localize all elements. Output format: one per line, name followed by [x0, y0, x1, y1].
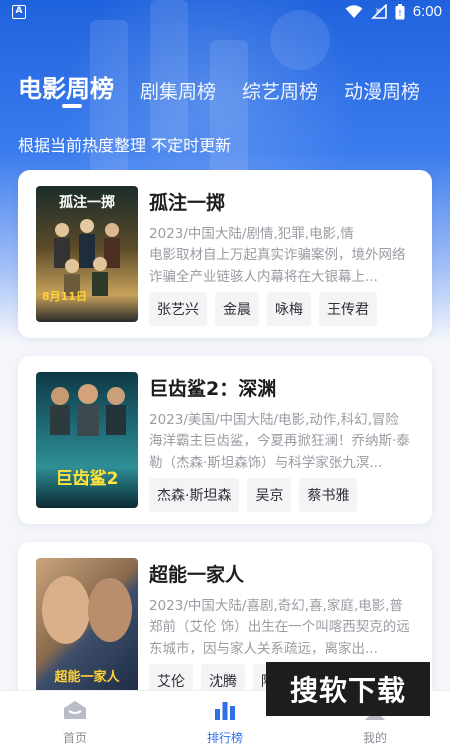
nav-label: 排行榜: [206, 731, 243, 745]
poster-figures: [42, 576, 132, 644]
poster-figures: [50, 384, 126, 436]
cast-tags: 张艺兴 金晨 咏梅 王传君: [149, 292, 377, 326]
movie-meta: 2023/美国/中国大陆/电影,动作,科幻,冒险: [149, 412, 399, 428]
poster-title: 孤注一掷: [59, 195, 115, 211]
tab-anime-weekly[interactable]: 动漫周榜: [344, 77, 420, 104]
watermark-logo: 搜软下载: [266, 662, 430, 716]
nav-home[interactable]: 首页: [35, 697, 115, 746]
ranking-tabs: 电影周榜 剧集周榜 综艺周榜 动漫周榜: [18, 64, 450, 104]
home-icon: [64, 701, 86, 719]
ranking-subtitle: 根据当前热度整理 不定时更新: [18, 136, 232, 155]
tab-series-weekly[interactable]: 剧集周榜: [140, 77, 216, 104]
notification-a-icon: A: [12, 5, 26, 19]
signal-icon: [370, 4, 387, 19]
movie-poster: 超能一家人: [36, 558, 138, 694]
cast-tag[interactable]: 咏梅: [267, 292, 311, 326]
nav-ranking[interactable]: 排行榜: [185, 697, 265, 746]
cast-tag[interactable]: 张艺兴: [149, 292, 207, 326]
tab-movie-weekly[interactable]: 电影周榜: [18, 69, 114, 104]
nav-label: 我的: [362, 731, 387, 745]
cast-tag[interactable]: 金晨: [215, 292, 259, 326]
movie-description: 郑前（艾伦 饰）出生在一个叫喀西契克的远东城市，因与家人关系疏远，离家出...: [149, 619, 410, 657]
movie-title: 孤注一掷: [149, 192, 226, 214]
status-time: 6:00: [412, 3, 442, 20]
bar-chart-icon: [215, 702, 235, 720]
movie-poster: 巨齿鲨2: [36, 372, 138, 508]
movie-list: 孤注一掷 8月11日 孤注一掷 2023/中国大陆/剧情,犯罪,电影,情 电影取…: [18, 170, 432, 728]
movie-description: 电影取材自上万起真实诈骗案例，境外网络诈骗全产业链骇人内幕将在大银幕上...: [149, 247, 406, 285]
battery-icon: !: [395, 3, 405, 19]
poster-figures: [54, 219, 120, 296]
wifi-icon: [345, 4, 363, 18]
nav-label: 首页: [62, 731, 87, 745]
movie-card[interactable]: 孤注一掷 8月11日 孤注一掷 2023/中国大陆/剧情,犯罪,电影,情 电影取…: [18, 170, 432, 338]
poster-title: 巨齿鲨2: [55, 469, 119, 489]
movie-card[interactable]: 巨齿鲨2 巨齿鲨2：深渊 2023/美国/中国大陆/电影,动作,科幻,冒险 海洋…: [18, 356, 432, 524]
cast-tags: 杰森·斯坦森 吴京 蔡书雅: [149, 478, 358, 512]
svg-text:!: !: [398, 9, 401, 18]
movie-meta: 2023/中国大陆/喜剧,奇幻,喜,家庭,电影,普: [149, 598, 403, 614]
movie-poster: 孤注一掷 8月11日: [36, 186, 138, 322]
tab-variety-weekly[interactable]: 综艺周榜: [242, 77, 318, 104]
movie-title: 超能一家人: [149, 564, 245, 586]
movie-meta: 2023/中国大陆/剧情,犯罪,电影,情: [149, 226, 354, 242]
active-tab-indicator: [62, 104, 82, 108]
cast-tag[interactable]: 王传君: [319, 292, 377, 326]
poster-date: 8月11日: [42, 290, 87, 303]
movie-description: 海洋霸主巨齿鲨，今夏再掀狂澜！乔纳斯·泰勒（杰森·斯坦森饰）与科学家张九溟...: [149, 433, 410, 471]
status-bar: A ! 6:00: [0, 0, 450, 26]
cast-tag[interactable]: 吴京: [247, 478, 292, 512]
movie-title: 巨齿鲨2：深渊: [149, 378, 277, 400]
poster-title: 超能一家人: [54, 670, 120, 685]
cast-tag[interactable]: 蔡书雅: [299, 478, 358, 512]
cast-tag[interactable]: 杰森·斯坦森: [149, 478, 240, 512]
